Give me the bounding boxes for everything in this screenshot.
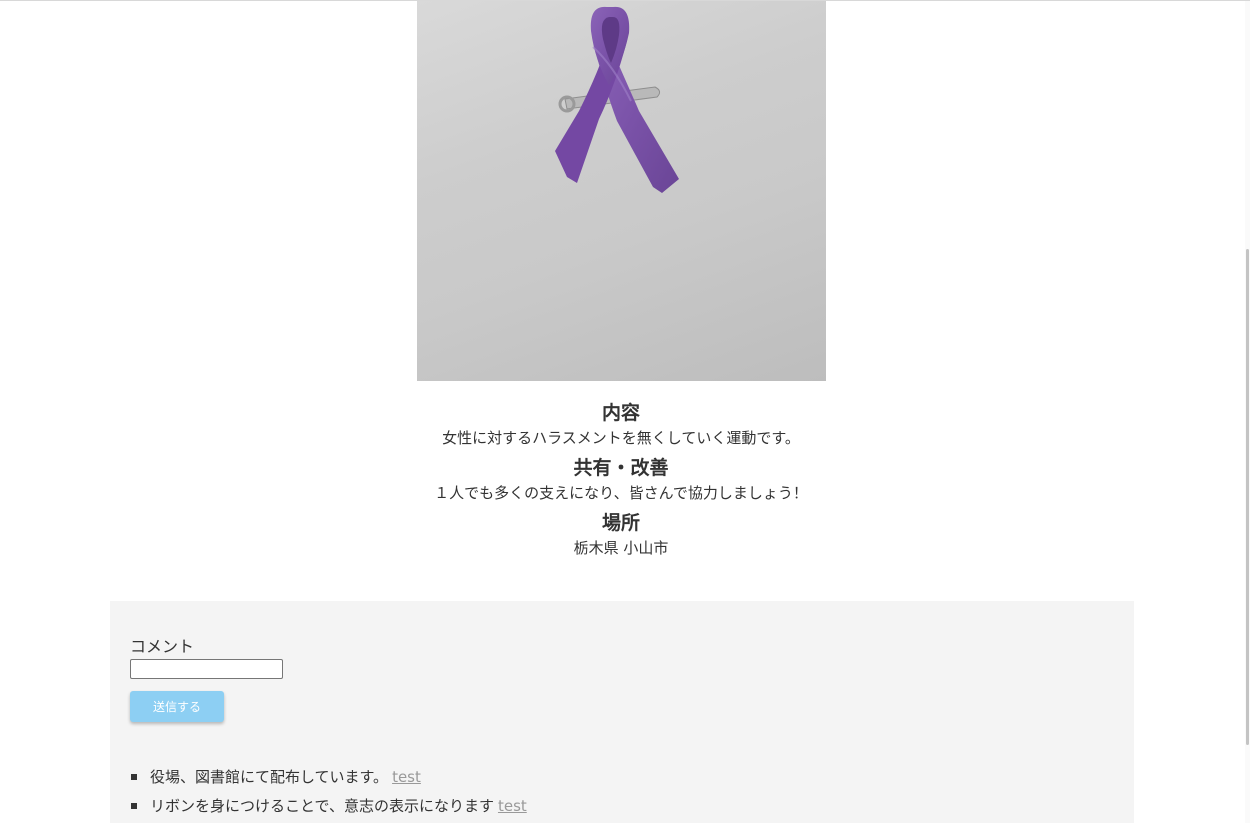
bullet-icon [131,803,137,809]
content-text: 女性に対するハラスメントを無くしていく運動です。 [442,429,800,447]
comment-text: リボンを身につけることで、意志の表示になります [150,797,494,815]
comment-user-link[interactable]: test [392,768,421,786]
list-item: 役場、図書館にて配布しています。 test [130,763,527,792]
heading-share-improve: 共有・改善 [573,457,669,479]
heading-location: 場所 [601,512,640,534]
comment-input[interactable] [130,659,283,679]
list-item: リボンを身につけることで、意志の表示になります test [130,792,527,821]
heading-content: 内容 [601,402,640,424]
comment-text: 役場、図書館にて配布しています。 [150,768,389,786]
submit-button[interactable]: 送信する [130,691,224,722]
comment-list: 役場、図書館にて配布しています。 test リボンを身につけることで、意志の表示に… [130,763,527,821]
comment-label: コメント [130,637,195,656]
scrollbar[interactable] [1245,1,1250,823]
info-section: 内容 女性に対するハラスメントを無くしていく運動です。 共有・改善 １人でも多く… [0,399,1242,564]
comment-user-link[interactable]: test [498,797,527,815]
scrollbar-thumb[interactable] [1246,249,1249,745]
share-improve-text: １人でも多くの支えになり、皆さんで協力しましょう！ [434,484,808,502]
ribbon-photo [417,1,826,381]
bullet-icon [131,774,137,780]
page: 内容 女性に対するハラスメントを無くしていく運動です。 共有・改善 １人でも多く… [0,0,1250,823]
location-text: 栃木県 小山市 [573,539,669,557]
purple-ribbon-image [555,6,679,193]
comment-panel: コメント 送信する 役場、図書館にて配布しています。 test リボンを身につける… [110,601,1134,823]
